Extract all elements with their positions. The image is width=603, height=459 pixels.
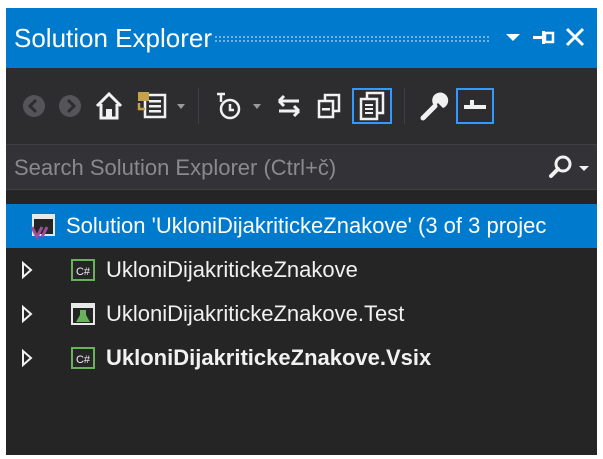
panel-title: Solution Explorer [14, 23, 212, 53]
toolbar-separator [404, 88, 405, 124]
visual-studio-solution-icon [30, 214, 55, 239]
home-icon [95, 91, 123, 120]
search-icon[interactable] [546, 153, 574, 181]
close-button[interactable] [562, 20, 588, 54]
toolbar [6, 68, 597, 144]
preview-selected-items-button[interactable] [456, 88, 494, 124]
svg-text:C#: C# [76, 266, 91, 278]
expand-arrow-icon[interactable] [20, 259, 34, 281]
sync-arrows-icon [277, 94, 301, 118]
pending-changes-dropdown[interactable] [250, 92, 264, 120]
sync-with-active-document-button[interactable] [272, 88, 306, 124]
tree-item-label: Solution 'UkloniDijakritickeZnakove' (3 … [66, 213, 547, 238]
wrench-icon [420, 92, 449, 121]
drag-grip[interactable] [214, 35, 489, 42]
csharp-project-icon: C# [71, 347, 95, 369]
properties-button[interactable] [416, 88, 450, 124]
chevron-down-icon [177, 104, 185, 109]
show-all-files-button[interactable] [352, 88, 392, 124]
chevron-down-icon [506, 34, 520, 41]
search-bar [6, 144, 597, 190]
tree-item-label: UkloniDijakritickeZnakove.Test [106, 301, 405, 326]
switch-views-icon [137, 92, 167, 119]
back-button[interactable] [20, 88, 48, 124]
toolbar-separator [198, 88, 199, 124]
forward-button[interactable] [56, 88, 84, 124]
expand-arrow-icon[interactable] [20, 303, 34, 325]
tree-item-project[interactable]: C# UkloniDijakritickeZnakove.Vsix [6, 336, 597, 380]
expand-arrow-icon[interactable] [20, 347, 34, 369]
tree-item-label: UkloniDijakritickeZnakove.Vsix [106, 345, 432, 370]
forward-icon [59, 95, 81, 117]
chevron-down-icon[interactable] [576, 155, 592, 179]
collapse-all-button[interactable] [312, 88, 346, 124]
home-button[interactable] [92, 88, 126, 124]
title-bar[interactable]: Solution Explorer [6, 8, 597, 68]
pending-changes-filter-button[interactable] [212, 88, 246, 124]
tree-item-label: UkloniDijakritickeZnakove [106, 257, 358, 282]
solution-explorer-panel: Solution Explorer Search Solution Explor… [6, 8, 597, 455]
show-all-files-icon [359, 91, 385, 121]
tree-item-solution[interactable]: Solution 'UkloniDijakritickeZnakove' (3 … [6, 204, 597, 248]
switch-views-button[interactable] [134, 88, 170, 124]
test-project-icon [71, 303, 95, 325]
pin-button[interactable] [530, 20, 556, 54]
tree-item-project[interactable]: C# UkloniDijakritickeZnakove [6, 248, 597, 292]
svg-text:C#: C# [76, 354, 91, 366]
back-icon [23, 95, 45, 117]
collapse-all-icon [317, 93, 341, 119]
close-icon [565, 27, 585, 47]
switch-views-dropdown[interactable] [174, 92, 188, 120]
csharp-project-icon: C# [71, 259, 95, 281]
chevron-down-icon [253, 104, 261, 109]
pin-icon [533, 31, 555, 44]
clock-icon [217, 92, 241, 120]
solution-tree: Solution 'UkloniDijakritickeZnakove' (3 … [6, 196, 597, 455]
search-input[interactable] [12, 151, 536, 185]
window-menu-button[interactable] [500, 20, 526, 54]
preview-pin-icon [464, 100, 486, 109]
tree-item-project[interactable]: UkloniDijakritickeZnakove.Test [6, 292, 597, 336]
